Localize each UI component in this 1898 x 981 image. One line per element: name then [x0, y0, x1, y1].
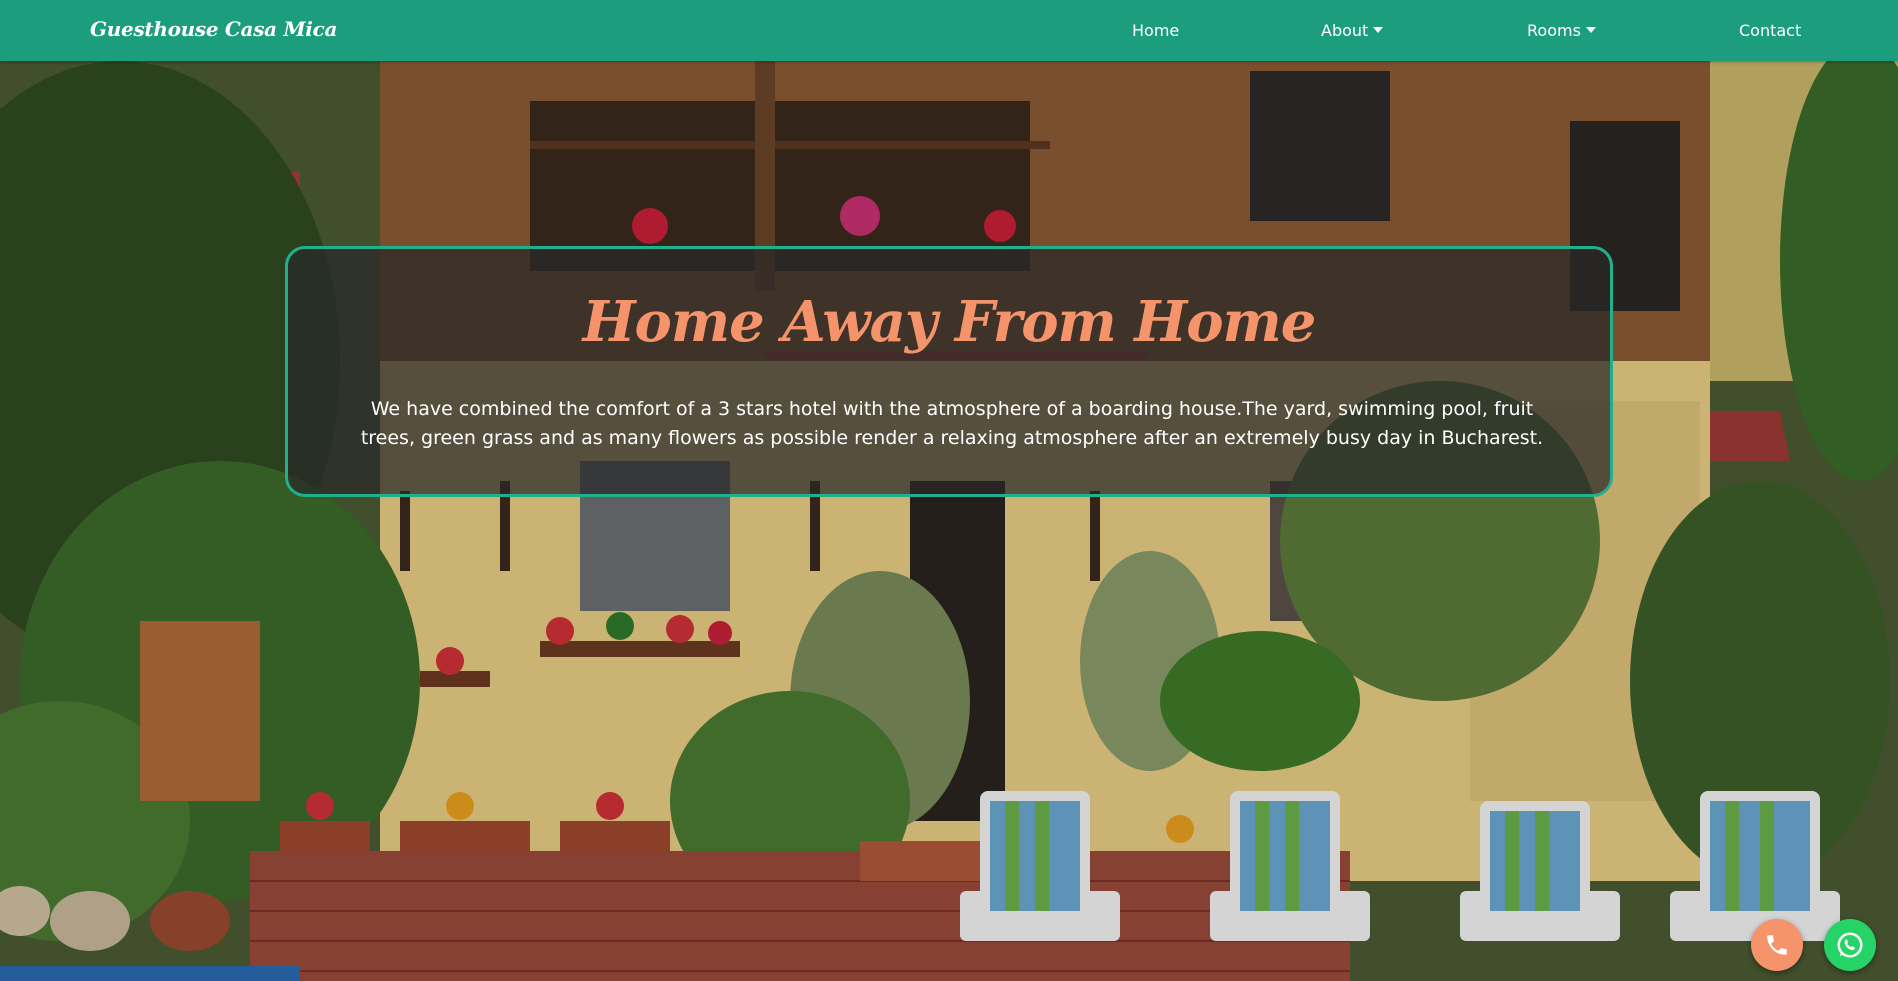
whatsapp-icon [1837, 932, 1863, 958]
hero-title: Home Away From Home [582, 289, 1317, 355]
hero-background-photo [0, 61, 1898, 981]
navbar: Guesthouse Casa Mica Home About Rooms Co… [0, 0, 1898, 61]
nav-home-label: Home [1132, 21, 1180, 40]
chevron-down-icon [1373, 27, 1384, 33]
nav-contact[interactable]: Contact [1739, 21, 1801, 40]
whatsapp-button[interactable] [1824, 919, 1876, 971]
phone-icon [1767, 935, 1787, 955]
nav-contact-label: Contact [1739, 21, 1802, 40]
nav-home[interactable]: Home [1132, 21, 1179, 40]
phone-button[interactable] [1751, 919, 1803, 971]
guesthouse-illustration [0, 61, 1898, 981]
nav-about-label: About [1321, 21, 1369, 40]
nav-rooms[interactable]: Rooms [1527, 21, 1596, 40]
brand-logo[interactable]: Guesthouse Casa Mica [90, 17, 337, 41]
chevron-down-icon [1585, 27, 1596, 33]
hero-description: We have combined the comfort of a 3 star… [360, 398, 1544, 449]
nav-about[interactable]: About [1321, 21, 1384, 40]
nav-rooms-label: Rooms [1527, 21, 1581, 40]
hero-card: Home Away From Home We have combined the… [285, 246, 1613, 497]
